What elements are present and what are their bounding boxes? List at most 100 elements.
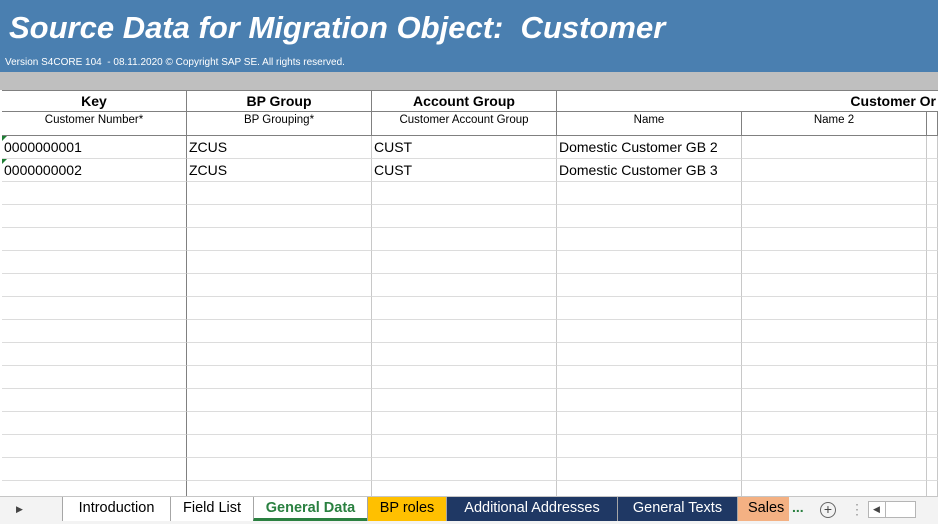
grid-cell[interactable] xyxy=(742,297,927,320)
grid-cell[interactable] xyxy=(2,389,187,412)
grid-cell[interactable] xyxy=(742,412,927,435)
grid-cell[interactable] xyxy=(557,182,742,205)
grid-cell[interactable] xyxy=(557,343,742,366)
grid-cell[interactable] xyxy=(557,320,742,343)
grid-cell[interactable]: Domestic Customer GB 3 xyxy=(557,159,742,182)
grid-cell[interactable] xyxy=(372,205,557,228)
tab-bp-roles[interactable]: BP roles xyxy=(367,497,446,521)
grid-cell[interactable] xyxy=(2,182,187,205)
grid-cell[interactable] xyxy=(372,389,557,412)
grid-cell[interactable] xyxy=(742,481,927,496)
header-bp-group[interactable]: BP Group xyxy=(187,90,372,112)
spreadsheet-grid[interactable]: Key BP Group Account Group Customer Or C… xyxy=(2,90,938,496)
header-key[interactable]: Key xyxy=(2,90,187,112)
grid-cell[interactable] xyxy=(927,343,938,366)
tab-additional-addresses[interactable]: Additional Addresses xyxy=(446,497,617,521)
grid-cell[interactable]: Domestic Customer GB 2 xyxy=(557,136,742,159)
grid-cell[interactable] xyxy=(557,297,742,320)
grid-cell[interactable] xyxy=(372,343,557,366)
grid-cell[interactable] xyxy=(2,320,187,343)
grid-cell[interactable] xyxy=(2,297,187,320)
grid-cell[interactable] xyxy=(742,320,927,343)
grid-cell[interactable] xyxy=(927,205,938,228)
grid-cell[interactable] xyxy=(2,412,187,435)
grid-cell[interactable] xyxy=(927,366,938,389)
grid-cell[interactable] xyxy=(2,274,187,297)
field-name[interactable]: Name xyxy=(557,112,742,136)
grid-cell[interactable] xyxy=(927,320,938,343)
grid-cell[interactable]: 0000000001 xyxy=(2,136,187,159)
grid-cell[interactable] xyxy=(187,481,372,496)
grid-cell[interactable] xyxy=(927,182,938,205)
grid-cell[interactable] xyxy=(372,320,557,343)
grid-cell[interactable] xyxy=(187,320,372,343)
grid-cell[interactable] xyxy=(372,251,557,274)
grid-cell[interactable] xyxy=(187,205,372,228)
field-customer-account-group[interactable]: Customer Account Group xyxy=(372,112,557,136)
grid-cell[interactable] xyxy=(372,366,557,389)
more-tabs-indicator[interactable]: ... xyxy=(792,499,804,515)
grid-cell[interactable]: ZCUS xyxy=(187,136,372,159)
grid-cell[interactable] xyxy=(372,435,557,458)
scroll-left-icon[interactable]: ◀ xyxy=(873,504,880,515)
grid-cell[interactable] xyxy=(2,205,187,228)
tab-sales[interactable]: Sales I xyxy=(737,497,789,521)
grid-cell[interactable] xyxy=(927,435,938,458)
grid-cell[interactable] xyxy=(742,389,927,412)
grid-cell[interactable] xyxy=(187,366,372,389)
grid-cell[interactable] xyxy=(742,159,927,182)
grid-cell[interactable] xyxy=(742,274,927,297)
grid-cell[interactable] xyxy=(187,435,372,458)
grid-cell[interactable] xyxy=(927,228,938,251)
grid-cell[interactable] xyxy=(927,251,938,274)
grid-cell[interactable] xyxy=(187,412,372,435)
grid-cell[interactable] xyxy=(557,389,742,412)
grid-cell[interactable] xyxy=(927,389,938,412)
grid-cell[interactable] xyxy=(927,458,938,481)
grid-cell[interactable] xyxy=(2,458,187,481)
grid-cell[interactable] xyxy=(557,481,742,496)
grid-cell[interactable] xyxy=(927,136,938,159)
header-customer-org[interactable]: Customer Or xyxy=(557,90,938,112)
grid-cell[interactable] xyxy=(742,458,927,481)
grid-cell[interactable] xyxy=(372,297,557,320)
grid-cell[interactable] xyxy=(742,205,927,228)
grid-cell[interactable] xyxy=(187,274,372,297)
grid-cell[interactable] xyxy=(372,481,557,496)
horizontal-scrollbar[interactable]: ◀ xyxy=(868,501,916,518)
grid-cell[interactable] xyxy=(2,481,187,496)
grid-cell[interactable] xyxy=(557,435,742,458)
grid-cell[interactable] xyxy=(742,182,927,205)
grid-cell[interactable] xyxy=(2,251,187,274)
grid-cell[interactable] xyxy=(187,458,372,481)
grid-cell[interactable] xyxy=(742,136,927,159)
grid-cell[interactable] xyxy=(557,251,742,274)
split-handle-icon[interactable]: ⋮ xyxy=(850,501,864,518)
tab-general-texts[interactable]: General Texts xyxy=(617,497,737,521)
grid-cell[interactable] xyxy=(187,343,372,366)
grid-cell[interactable] xyxy=(372,228,557,251)
field-bp-grouping[interactable]: BP Grouping* xyxy=(187,112,372,136)
grid-cell[interactable] xyxy=(557,366,742,389)
header-account-group[interactable]: Account Group xyxy=(372,90,557,112)
sheet-nav-arrow-icon[interactable]: ▶ xyxy=(16,504,23,515)
grid-cell[interactable] xyxy=(742,366,927,389)
grid-cell[interactable] xyxy=(557,205,742,228)
grid-cell[interactable] xyxy=(557,228,742,251)
grid-cell[interactable]: ZCUS xyxy=(187,159,372,182)
grid-cell[interactable] xyxy=(2,228,187,251)
grid-cell[interactable] xyxy=(187,251,372,274)
grid-cell[interactable] xyxy=(2,435,187,458)
grid-cell[interactable] xyxy=(927,412,938,435)
tab-introduction[interactable]: Introduction xyxy=(62,497,170,521)
grid-cell[interactable] xyxy=(187,297,372,320)
grid-cell[interactable] xyxy=(372,274,557,297)
grid-cell[interactable]: 0000000002 xyxy=(2,159,187,182)
grid-cell[interactable] xyxy=(927,481,938,496)
grid-cell[interactable] xyxy=(187,228,372,251)
grid-cell[interactable] xyxy=(557,458,742,481)
grid-cell[interactable] xyxy=(187,389,372,412)
grid-cell[interactable] xyxy=(557,274,742,297)
grid-cell[interactable] xyxy=(557,412,742,435)
grid-cell[interactable] xyxy=(742,228,927,251)
